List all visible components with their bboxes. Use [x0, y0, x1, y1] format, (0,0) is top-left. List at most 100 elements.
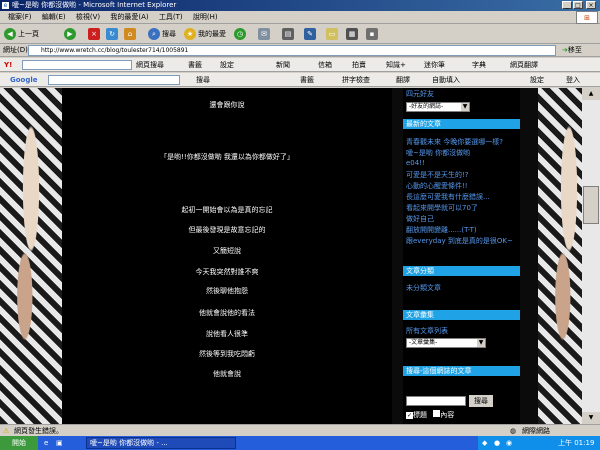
quicklaunch-desktop-icon[interactable]: ▣: [56, 436, 63, 450]
latest-post-link[interactable]: 翻放開開變離......(T-T): [406, 225, 477, 235]
yahoo-bookmarks[interactable]: 書籤: [188, 58, 202, 72]
menu-favorites[interactable]: 我的最愛(A): [110, 13, 148, 21]
friends-select[interactable]: -好友的網誌- ▼: [406, 102, 470, 112]
favorites-button[interactable]: ★ 我的最愛: [184, 27, 226, 41]
background-photo-left: [0, 88, 62, 424]
google-translate[interactable]: 翻譯: [396, 73, 410, 87]
title-bar: e 噯~是喲 你都沒做喲 - Microsoft Internet Explor…: [0, 0, 600, 11]
note-icon: ▭: [326, 28, 338, 40]
tray-icon[interactable]: ◆: [482, 436, 487, 450]
category-link[interactable]: 未分類文章: [406, 283, 441, 293]
star-icon: ★: [184, 28, 196, 40]
google-spellcheck[interactable]: 拼字檢查: [342, 73, 370, 87]
taskbar: 開始 e ▣ 噯~是喲 你都沒做喲 - ... ◆ ● ◉ 上午 01:19: [0, 436, 600, 450]
post-line: 說他看人很準: [206, 330, 248, 338]
minimize-button[interactable]: _: [562, 1, 572, 9]
address-bar: 網址(D) http://www.wretch.cc/blog/touleste…: [0, 44, 600, 57]
collection-header: 文章彙集: [403, 310, 520, 320]
go-button[interactable]: ➔移至: [562, 44, 582, 57]
forward-button[interactable]: ▶: [64, 27, 78, 41]
edit-button[interactable]: ✎: [304, 27, 318, 41]
yahoo-mininote[interactable]: 迷你筆: [424, 58, 445, 72]
quicklaunch-ie-icon[interactable]: e: [44, 436, 48, 450]
yahoo-settings[interactable]: 設定: [220, 58, 234, 72]
blog-search-input[interactable]: [406, 396, 466, 406]
clock: 上午 01:19: [558, 439, 595, 447]
google-search-button[interactable]: 搜尋: [196, 73, 210, 87]
menu-help[interactable]: 說明(H): [193, 13, 218, 21]
messenger-icon: ▪: [366, 28, 378, 40]
google-settings[interactable]: 設定: [530, 73, 544, 87]
title-checkbox[interactable]: ✓: [406, 412, 413, 419]
yahoo-mail[interactable]: 信箱: [318, 58, 332, 72]
yahoo-search-input[interactable]: [22, 60, 132, 70]
latest-post-link[interactable]: 做好自己: [406, 214, 434, 224]
ie-icon: e: [2, 2, 9, 9]
history-icon: ◷: [234, 28, 246, 40]
menu-file[interactable]: 檔案(F): [8, 13, 32, 21]
scroll-down-button[interactable]: ▼: [582, 412, 600, 424]
scroll-up-button[interactable]: ▲: [582, 88, 600, 100]
search-header: 搜尋-這個網誌的文章: [403, 366, 520, 376]
taskbar-window-button[interactable]: 噯~是喲 你都沒做喲 - ...: [86, 437, 236, 449]
google-bookmarks[interactable]: 書籤: [300, 73, 314, 87]
print-button[interactable]: ▤: [282, 27, 296, 41]
yahoo-translate[interactable]: 網頁翻譯: [510, 58, 538, 72]
google-logo[interactable]: Google: [10, 73, 38, 87]
refresh-button[interactable]: ↻: [106, 27, 120, 41]
address-input[interactable]: http://www.wretch.cc/blog/toulester714/1…: [28, 45, 556, 56]
yahoo-knowledge[interactable]: 知識+: [386, 58, 406, 72]
tray-icon[interactable]: ◉: [506, 436, 512, 450]
yahoo-news[interactable]: 新聞: [276, 58, 290, 72]
mail-icon: ✉: [258, 28, 270, 40]
status-bar: ⚠ 網頁發生錯誤。 ◍ 網際網路: [0, 424, 600, 436]
latest-post-link[interactable]: 心動的心醒愛條件!!: [406, 181, 468, 191]
post-line: 然後聊他抱怨: [206, 287, 248, 295]
yahoo-auction[interactable]: 拍賣: [352, 58, 366, 72]
research-button[interactable]: ▦: [346, 27, 360, 41]
blog-post-body: 還會跟你說 「是喲!!你都沒做喲 我還以為你都做好了」 起初一開始會以為是真的忘…: [62, 88, 392, 424]
yahoo-dictionary[interactable]: 字典: [472, 58, 486, 72]
search-options: ✓標題 內容: [406, 410, 454, 420]
latest-post-link[interactable]: 噯~是喲 你都沒做喲: [406, 148, 470, 158]
blog-search-button[interactable]: 搜尋: [469, 395, 493, 407]
back-button[interactable]: ◀ 上一頁: [4, 27, 39, 41]
taskbar-window-label: 噯~是喲 你都沒做喲 - ...: [90, 439, 168, 447]
latest-post-link[interactable]: 看起來開學就可以70了: [406, 203, 478, 213]
tray-icon[interactable]: ●: [494, 436, 500, 450]
mail-button[interactable]: ✉: [258, 27, 272, 41]
menu-edit[interactable]: 編輯(E): [42, 13, 66, 21]
start-label: 開始: [12, 439, 26, 447]
research-icon: ▦: [346, 28, 358, 40]
stop-button[interactable]: ×: [88, 27, 102, 41]
title-checkbox-label: 標題: [413, 411, 427, 419]
latest-post-link[interactable]: e04!!: [406, 159, 425, 167]
messenger-button[interactable]: ▪: [366, 27, 380, 41]
vertical-scrollbar[interactable]: ▲ ▼: [582, 88, 600, 424]
latest-post-link[interactable]: 青春觀未來 今晚你要選哪一樣?: [406, 137, 503, 147]
google-autofill[interactable]: 自動填入: [432, 73, 460, 87]
yahoo-logo[interactable]: Y!: [4, 58, 12, 72]
menu-view[interactable]: 檢視(V): [76, 13, 100, 21]
maximize-button[interactable]: □: [573, 1, 583, 9]
collection-select[interactable]: -文章彙集- ▼: [406, 338, 486, 348]
scroll-thumb[interactable]: [583, 186, 599, 224]
post-line: 還會跟你說: [209, 101, 245, 109]
latest-post-link[interactable]: 長這麼可愛我有什麼錯誤...: [406, 192, 490, 202]
refresh-icon: ↻: [106, 28, 118, 40]
close-button[interactable]: ×: [586, 1, 596, 9]
post-line: 「是喲!!你都沒做喲 我還以為你都做好了」: [160, 153, 294, 161]
search-button[interactable]: ⌕ 搜尋: [148, 27, 176, 41]
history-button[interactable]: ◷: [234, 27, 248, 41]
yahoo-search-button[interactable]: 網頁搜尋: [136, 58, 164, 72]
discuss-button[interactable]: ▭: [326, 27, 340, 41]
latest-post-link[interactable]: 跟everyday 到底是真的是很OK~: [406, 236, 513, 246]
latest-post-link[interactable]: 可愛是不是天生的!?: [406, 170, 469, 180]
google-search-input[interactable]: [48, 75, 180, 85]
start-button[interactable]: 開始: [0, 436, 38, 450]
post-line: 又簡短說: [213, 247, 241, 255]
content-checkbox-label: 內容: [440, 411, 455, 419]
home-button[interactable]: ⌂: [124, 27, 138, 41]
menu-tools[interactable]: 工具(T): [159, 13, 183, 21]
google-signin[interactable]: 登入: [566, 73, 580, 87]
